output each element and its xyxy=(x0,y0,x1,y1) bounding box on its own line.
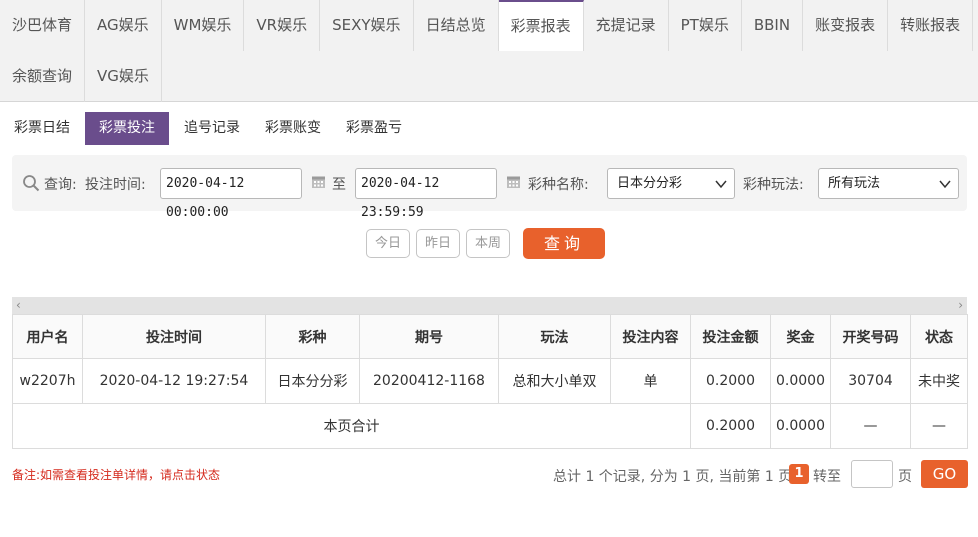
tab-daily-overview[interactable]: 日结总览 xyxy=(414,0,499,51)
col-draw-number: 开奖号码 xyxy=(830,314,911,359)
summary-label: 本页合计 xyxy=(12,403,691,449)
col-bet-content: 投注内容 xyxy=(610,314,691,359)
play-type-select[interactable]: 所有玩法 xyxy=(818,168,959,199)
tab-sexy[interactable]: SEXY娱乐 xyxy=(320,0,414,51)
today-button[interactable]: 今日 xyxy=(366,229,410,258)
calendar-icon[interactable] xyxy=(506,174,521,189)
top-nav: 沙巴体育 AG娱乐 WM娱乐 VR娱乐 SEXY娱乐 日结总览 彩票报表 充提记… xyxy=(0,0,978,102)
col-status: 状态 xyxy=(910,314,968,359)
col-bet-amount: 投注金额 xyxy=(690,314,771,359)
summary-draw: — xyxy=(830,403,911,449)
summary-amount: 0.2000 xyxy=(690,403,771,449)
scroll-left-icon[interactable]: ‹ xyxy=(16,299,21,312)
col-bet-time: 投注时间 xyxy=(82,314,266,359)
pager-summary: 总计 1 个记录, 分为 1 页, 当前第 1 页 xyxy=(553,469,793,485)
cell-lottery: 日本分分彩 xyxy=(265,358,360,404)
summary-status: — xyxy=(910,403,968,449)
cell-play-type: 总和大小单双 xyxy=(498,358,611,404)
chevron-down-icon xyxy=(939,180,951,189)
tab-wm[interactable]: WM娱乐 xyxy=(162,0,245,51)
tab-ag[interactable]: AG娱乐 xyxy=(85,0,162,51)
table-row: w2207h 2020-04-12 19:27:54 日本分分彩 2020041… xyxy=(12,358,968,404)
query-button[interactable]: 查询 xyxy=(523,228,605,259)
lottery-name-label: 彩种名称: xyxy=(528,177,589,193)
cell-issue: 20200412-1168 xyxy=(359,358,499,404)
col-play-type: 玩法 xyxy=(498,314,611,359)
tab-vr[interactable]: VR娱乐 xyxy=(244,0,321,51)
tab-pt[interactable]: PT娱乐 xyxy=(669,0,742,51)
col-lottery: 彩种 xyxy=(265,314,360,359)
horizontal-scrollbar[interactable]: ‹ › xyxy=(12,297,967,314)
summary-prize: 0.0000 xyxy=(770,403,831,449)
chevron-down-icon xyxy=(715,180,727,189)
tab-vg[interactable]: VG娱乐 xyxy=(85,51,162,102)
lottery-name-select[interactable]: 日本分分彩 xyxy=(607,168,735,199)
cell-status[interactable]: 未中奖 xyxy=(910,358,968,404)
lottery-name-value: 日本分分彩 xyxy=(617,176,683,191)
bets-table: 用户名 投注时间 彩种 期号 玩法 投注内容 投注金额 奖金 开奖号码 状态 w… xyxy=(12,314,968,449)
bet-time-label: 投注时间: xyxy=(85,177,146,193)
end-time-input[interactable]: 2020-04-12 23:59:59 xyxy=(355,168,497,220)
start-time-input[interactable]: 2020-04-12 00:00:00 xyxy=(160,168,302,220)
calendar-icon[interactable] xyxy=(311,174,326,189)
play-type-value: 所有玩法 xyxy=(828,176,881,191)
tab-deposit-withdraw[interactable]: 充提记录 xyxy=(584,0,669,51)
page-number-input[interactable] xyxy=(851,460,893,488)
this-week-button[interactable]: 本周 xyxy=(466,229,510,258)
current-page[interactable]: 1 xyxy=(789,464,809,484)
top-nav-row-1: 沙巴体育 AG娱乐 WM娱乐 VR娱乐 SEXY娱乐 日结总览 彩票报表 充提记… xyxy=(0,0,974,51)
top-nav-row-2: 余额查询 VG娱乐 xyxy=(0,51,162,102)
sub-tabs: 彩票日结 彩票投注 追号记录 彩票账变 彩票盈亏 xyxy=(4,112,417,145)
subtab-chase-records[interactable]: 追号记录 xyxy=(174,112,250,145)
subtab-lottery-daily[interactable]: 彩票日结 xyxy=(4,112,80,145)
col-prize: 奖金 xyxy=(770,314,831,359)
cell-bet-content: 单 xyxy=(610,358,691,404)
tab-lottery-report[interactable]: 彩票报表 xyxy=(498,0,584,51)
tab-saba-sports[interactable]: 沙巴体育 xyxy=(0,0,86,51)
cell-username: w2207h xyxy=(12,358,83,404)
footer-note: 备注:如需查看投注单详情，请点击状态 xyxy=(12,468,221,482)
tab-balance-query[interactable]: 余额查询 xyxy=(0,51,86,102)
cell-prize: 0.0000 xyxy=(770,358,831,404)
filter-bar: 查询: 投注时间: 2020-04-12 00:00:00 至 2020-04-… xyxy=(12,155,967,220)
subtab-lottery-account-change[interactable]: 彩票账变 xyxy=(255,112,331,145)
scroll-right-icon[interactable]: › xyxy=(958,299,963,312)
yesterday-button[interactable]: 昨日 xyxy=(416,229,460,258)
quick-date-buttons: 今日 昨日 本周 xyxy=(366,229,516,258)
col-issue: 期号 xyxy=(359,314,499,359)
query-label: 查询: xyxy=(44,177,77,193)
to-label: 至 xyxy=(332,177,346,193)
subtab-lottery-bets[interactable]: 彩票投注 xyxy=(85,112,169,145)
summary-row: 本页合计 0.2000 0.0000 — — xyxy=(12,403,968,449)
tab-bbin[interactable]: BBIN xyxy=(742,0,804,51)
page-unit-label: 页 xyxy=(898,469,912,485)
table-header-row: 用户名 投注时间 彩种 期号 玩法 投注内容 投注金额 奖金 开奖号码 状态 xyxy=(12,314,968,359)
cell-bet-time: 2020-04-12 19:27:54 xyxy=(82,358,266,404)
tab-account-change[interactable]: 账变报表 xyxy=(803,0,889,51)
cell-draw-number: 30704 xyxy=(830,358,911,404)
tab-transfer-report[interactable]: 转账报表 xyxy=(888,0,974,51)
col-username: 用户名 xyxy=(12,314,83,359)
subtab-lottery-profit[interactable]: 彩票盈亏 xyxy=(336,112,412,145)
go-button[interactable]: GO xyxy=(921,460,968,488)
cell-bet-amount: 0.2000 xyxy=(690,358,771,404)
goto-label: 转至 xyxy=(813,469,841,485)
play-type-label: 彩种玩法: xyxy=(743,177,804,193)
search-icon xyxy=(23,175,40,192)
